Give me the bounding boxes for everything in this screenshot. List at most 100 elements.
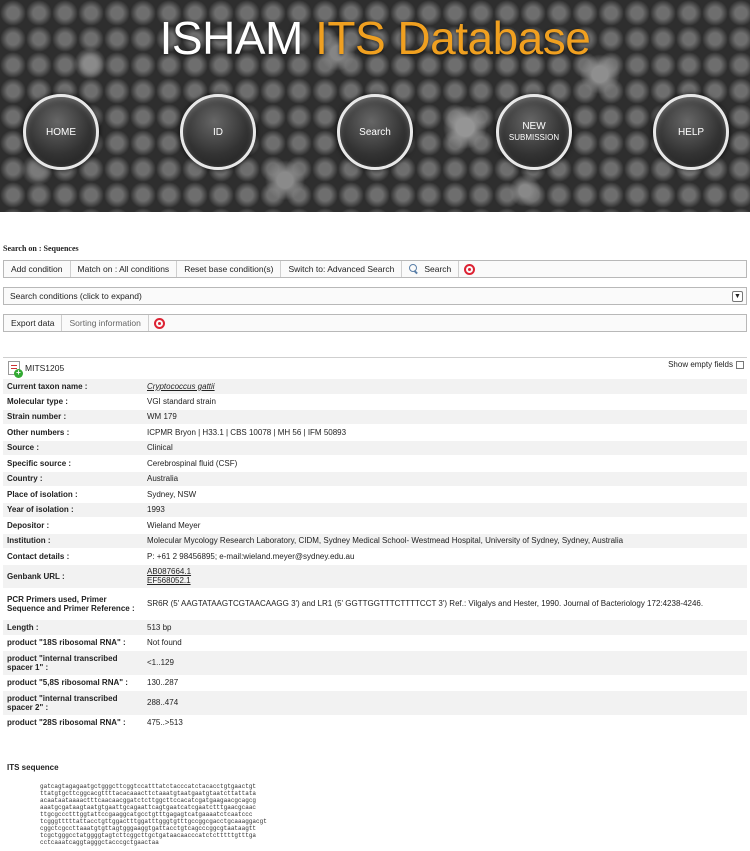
nav-id-button[interactable]: ID xyxy=(180,94,256,170)
reset-icon xyxy=(464,263,476,275)
table-row: Strain number : WM 179 xyxy=(3,409,747,425)
table-row: Molecular type : VGI standard strain xyxy=(3,394,747,410)
field-value: Cryptococcus gattii xyxy=(143,379,747,395)
table-row: product "28S ribosomal RNA" : 475..>513 xyxy=(3,715,747,731)
table-row: PCR Primers used, Primer Sequence and Pr… xyxy=(3,588,747,620)
field-value: 513 bp xyxy=(143,619,747,636)
nav-new-label: NEW xyxy=(522,121,546,132)
search-button[interactable]: Search xyxy=(402,261,460,277)
genbank-link-1[interactable]: AB087664.1 xyxy=(147,567,191,576)
field-value: ICPMR Bryon | H33.1 | CBS 10078 | MH 56 … xyxy=(143,424,747,441)
field-label: product "internal transcribed spacer 1" … xyxy=(3,650,143,676)
field-label: product "5,8S ribosomal RNA" : xyxy=(3,675,143,691)
table-row: Year of isolation : 1993 xyxy=(3,502,747,518)
add-condition-button[interactable]: Add condition xyxy=(4,261,71,277)
table-row: Other numbers : ICPMR Bryon | H33.1 | CB… xyxy=(3,424,747,441)
field-label: Place of isolation : xyxy=(3,486,143,503)
nav-home-label: HOME xyxy=(46,126,76,138)
search-on-title: Search on : Sequences xyxy=(3,244,79,253)
taxon-name-link[interactable]: Cryptococcus gattii xyxy=(147,382,215,391)
field-value: P: +61 2 98456895; e-mail:wieland.meyer@… xyxy=(143,548,747,565)
nav-home-button[interactable]: HOME xyxy=(23,94,99,170)
field-value: VGI standard strain xyxy=(143,394,747,410)
field-label: Year of isolation : xyxy=(3,502,143,518)
nav-new-submission-label: NEW SUBMISSION xyxy=(509,121,559,143)
field-label: Length : xyxy=(3,619,143,636)
table-row: Contact details : P: +61 2 98456895; e-m… xyxy=(3,548,747,565)
field-value: WM 179 xyxy=(143,409,747,425)
export-toolbar: Export data Sorting information xyxy=(3,314,747,332)
reset-search-button[interactable] xyxy=(459,261,480,277)
field-value: AB087664.1 EF568052.1 xyxy=(143,564,747,589)
reset-sort-button[interactable] xyxy=(149,315,170,331)
record-details-table: Current taxon name : Cryptococcus gattii… xyxy=(3,379,747,731)
nav-new-submission-button[interactable]: NEW SUBMISSION xyxy=(496,94,572,170)
field-label: Molecular type : xyxy=(3,394,143,410)
field-value: Molecular Mycology Research Laboratory, … xyxy=(143,533,747,549)
its-sequence-text: gatcagtagagaatgctgggcttcggtccatttatctacc… xyxy=(40,783,267,846)
field-value: Clinical xyxy=(143,440,747,456)
table-row: Source : Clinical xyxy=(3,440,747,456)
reset-icon xyxy=(153,317,165,329)
nav-help-label: HELP xyxy=(677,126,705,138)
record-id: MITS1205 xyxy=(25,362,65,373)
field-label: Other numbers : xyxy=(3,424,143,441)
match-on-button[interactable]: Match on : All conditions xyxy=(71,261,178,277)
nav-id-label: ID xyxy=(213,126,223,138)
show-empty-fields-checkbox[interactable] xyxy=(736,360,744,369)
show-empty-fields-label: Show empty fields xyxy=(668,360,733,369)
search-conditions-label: Search conditions (click to expand) xyxy=(10,291,142,301)
field-value: 130..287 xyxy=(143,675,747,691)
table-row: product "18S ribosomal RNA" : Not found xyxy=(3,635,747,651)
site-title-part2: ITS Database xyxy=(315,12,591,64)
field-label: Specific source : xyxy=(3,455,143,472)
field-label: Genbank URL : xyxy=(3,564,143,589)
field-label: Institution : xyxy=(3,533,143,549)
nav-search-button[interactable]: Search xyxy=(337,94,413,170)
field-value: Not found xyxy=(143,635,747,651)
table-row: Institution : Molecular Mycology Researc… xyxy=(3,533,747,549)
table-row: Depositor : Wieland Meyer xyxy=(3,517,747,534)
search-icon xyxy=(409,264,419,274)
field-value: SR6R (5' AAGTATAAGTCGTAACAAGG 3') and LR… xyxy=(143,588,747,620)
field-value: 288..474 xyxy=(143,690,747,716)
search-button-label: Search xyxy=(424,264,452,274)
field-value: Sydney, NSW xyxy=(143,486,747,503)
add-record-icon[interactable] xyxy=(8,360,23,378)
field-label: PCR Primers used, Primer Sequence and Pr… xyxy=(3,588,143,620)
site-title: ISHAM ITS Database xyxy=(0,10,750,66)
nav-search-label: Search xyxy=(359,126,391,138)
table-row: product "5,8S ribosomal RNA" : 130..287 xyxy=(3,675,747,691)
export-data-button[interactable]: Export data xyxy=(4,315,63,331)
field-value: Australia xyxy=(143,471,747,487)
show-empty-fields-toggle[interactable]: Show empty fields xyxy=(668,360,744,369)
reset-base-conditions-button[interactable]: Reset base condition(s) xyxy=(177,261,282,277)
field-value: 475..>513 xyxy=(143,715,747,731)
header-banner: ISHAM ITS Database HOME ID Search NEW SU… xyxy=(0,0,750,212)
nav-help-button[interactable]: HELP xyxy=(653,94,729,170)
search-toolbar: Add condition Match on : All conditions … xyxy=(3,260,747,278)
sorting-information-button[interactable]: Sorting information xyxy=(62,315,149,331)
field-label: Source : xyxy=(3,440,143,456)
field-value: Wieland Meyer xyxy=(143,517,747,534)
field-value: <1..129 xyxy=(143,650,747,676)
table-row: Length : 513 bp xyxy=(3,619,747,636)
table-row: Place of isolation : Sydney, NSW xyxy=(3,486,747,503)
table-row: Country : Australia xyxy=(3,471,747,487)
field-label: product "28S ribosomal RNA" : xyxy=(3,715,143,731)
record-header: MITS1205 Show empty fields xyxy=(3,357,747,378)
table-row: Genbank URL : AB087664.1 EF568052.1 xyxy=(3,564,747,589)
table-row: Current taxon name : Cryptococcus gattii xyxy=(3,379,747,395)
chevron-down-icon[interactable]: ▼ xyxy=(732,290,743,302)
field-label: Country : xyxy=(3,471,143,487)
nav-submission-label: SUBMISSION xyxy=(508,133,560,142)
switch-advanced-search-button[interactable]: Switch to: Advanced Search xyxy=(281,261,403,277)
search-conditions-panel[interactable]: Search conditions (click to expand) ▼ xyxy=(3,287,747,305)
table-row: product "internal transcribed spacer 2" … xyxy=(3,690,747,716)
field-label: Strain number : xyxy=(3,409,143,425)
table-row: product "internal transcribed spacer 1" … xyxy=(3,650,747,676)
field-label: Contact details : xyxy=(3,548,143,565)
main-content: Search on : Sequences Add condition Matc… xyxy=(0,212,750,851)
genbank-link-2[interactable]: EF568052.1 xyxy=(147,576,191,585)
its-sequence-title: ITS sequence xyxy=(7,763,59,772)
